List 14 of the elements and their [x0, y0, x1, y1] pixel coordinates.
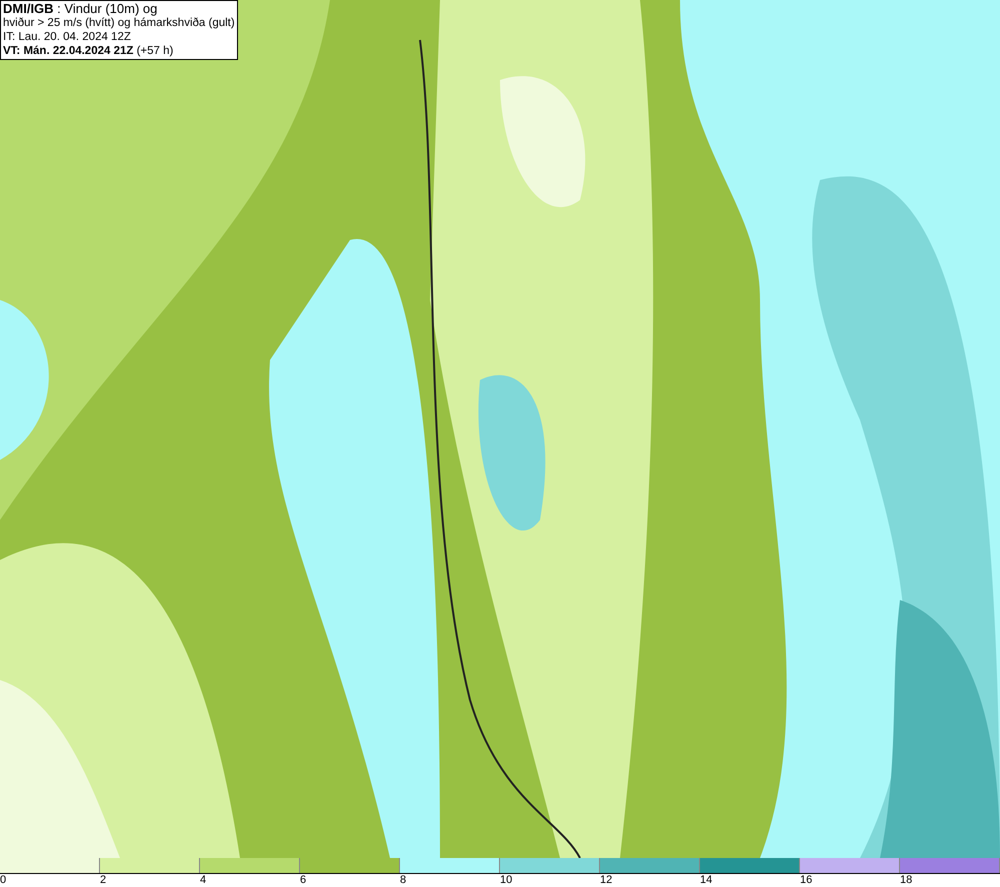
legend-tick-label: 2: [100, 874, 106, 887]
legend-tick-label: 8: [400, 874, 406, 887]
legend-tick-label: 6: [300, 874, 306, 887]
legend-tick-label: 10: [500, 874, 512, 887]
title-line: hviður > 25 m/s (hvítt) og hámarkshviða (gult): [3, 16, 235, 30]
title-line: VT: Mán. 22.04.2024 21Z (+57 h): [3, 44, 174, 58]
title-line: IT: Lau. 20. 04. 2024 12Z: [3, 30, 132, 44]
legend-tick-label: 4: [200, 874, 206, 887]
legend-tick-label: 16: [800, 874, 812, 887]
legend-tick-label: 0: [0, 874, 6, 887]
legend-tick-label: 12: [600, 874, 612, 887]
legend-tick-label: 18: [900, 874, 912, 887]
legend-tick-label: 14: [700, 874, 712, 887]
title-line: DMI/IGB : Vindur (10m) og: [3, 2, 158, 16]
